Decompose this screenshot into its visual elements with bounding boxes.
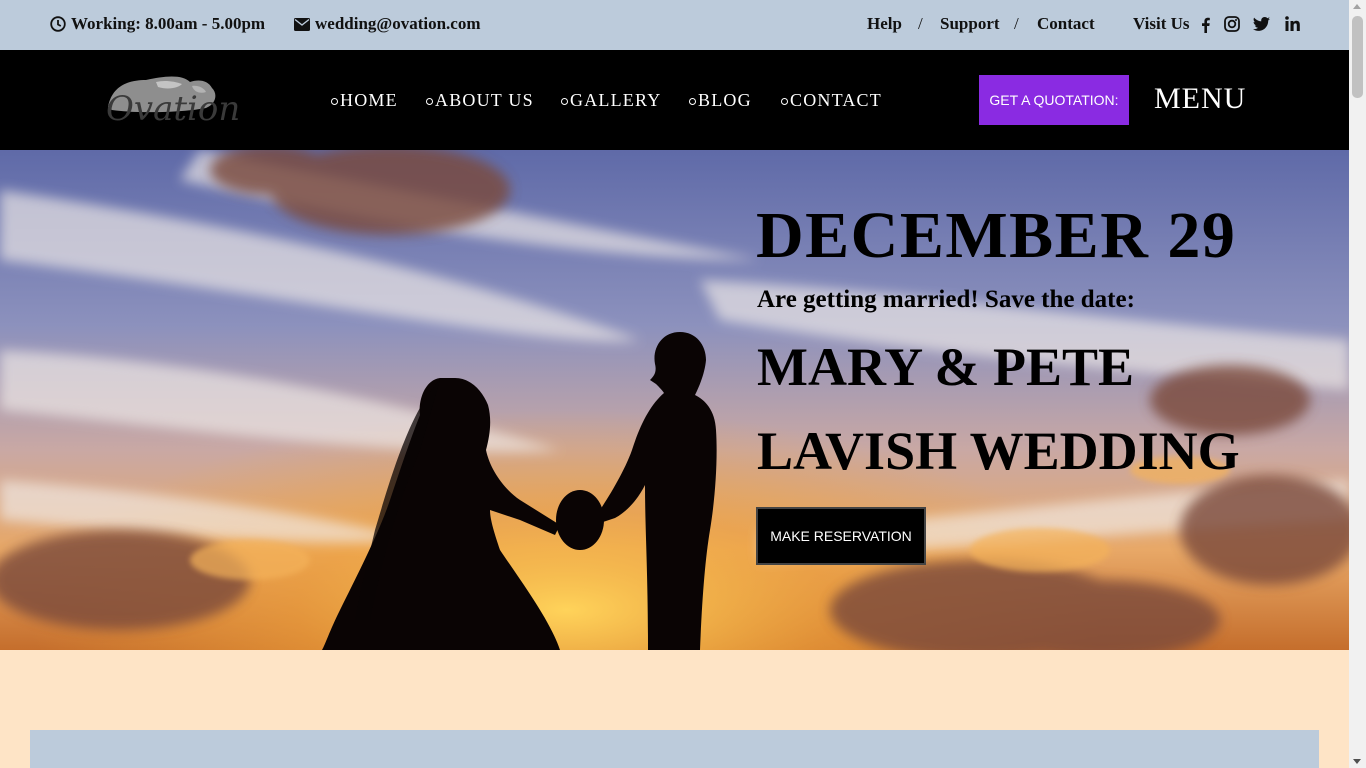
nav-contact[interactable]: CONTACT bbox=[781, 90, 882, 111]
scroll-up-arrow-icon[interactable] bbox=[1353, 4, 1361, 9]
hero-tagline: LAVISH WEDDING bbox=[757, 421, 1240, 481]
email-contact[interactable]: wedding@ovation.com bbox=[294, 14, 481, 34]
bullet-icon bbox=[561, 98, 568, 105]
bullet-icon bbox=[689, 98, 696, 105]
working-hours: Working: 8.00am - 5.00pm bbox=[50, 14, 265, 34]
nav-about-us-label[interactable]: ABOUT US bbox=[435, 90, 534, 111]
wedding-date: DECEMBER 29 bbox=[756, 199, 1237, 272]
bullet-icon bbox=[781, 98, 788, 105]
nav-gallery[interactable]: GALLERY bbox=[561, 90, 661, 111]
twitter-icon[interactable] bbox=[1253, 17, 1270, 31]
nav-blog[interactable]: BLOG bbox=[689, 90, 752, 111]
menu-button[interactable]: MENU bbox=[1154, 82, 1246, 116]
get-quotation-button[interactable]: GET A QUOTATION: bbox=[979, 75, 1129, 125]
nav-blog-label[interactable]: BLOG bbox=[698, 90, 752, 111]
link-separator: / bbox=[1014, 14, 1019, 33]
help-link-label[interactable]: Help bbox=[867, 14, 902, 34]
main-navbar: Ovation HOME ABOUT US GALLERY BLOG CONTA… bbox=[0, 50, 1349, 150]
facebook-icon[interactable] bbox=[1201, 17, 1210, 33]
help-link[interactable]: Help bbox=[867, 14, 902, 34]
make-reservation-button[interactable]: MAKE RESERVATION bbox=[756, 507, 926, 565]
clock-icon bbox=[50, 16, 66, 32]
nav-about-us[interactable]: ABOUT US bbox=[426, 90, 534, 111]
contact-link[interactable]: Contact bbox=[1037, 14, 1095, 34]
top-info-bar: Working: 8.00am - 5.00pm wedding@ovation… bbox=[0, 0, 1349, 50]
bullet-icon bbox=[331, 98, 338, 105]
nav-contact-label[interactable]: CONTACT bbox=[790, 90, 882, 111]
contact-link-label[interactable]: Contact bbox=[1037, 14, 1095, 34]
nav-home-label[interactable]: HOME bbox=[340, 90, 398, 111]
hero-subtitle: Are getting married! Save the date: bbox=[757, 286, 1135, 313]
support-link-label[interactable]: Support bbox=[940, 14, 1000, 34]
site-logo[interactable]: Ovation bbox=[98, 72, 244, 129]
couple-names: MARY & PETE bbox=[757, 337, 1135, 397]
scrollbar-thumb[interactable] bbox=[1352, 16, 1363, 98]
content-panel bbox=[30, 730, 1319, 768]
bullet-icon bbox=[426, 98, 433, 105]
visit-us-label: Visit Us bbox=[1133, 14, 1190, 33]
page-scrollbar[interactable] bbox=[1349, 0, 1366, 768]
support-link[interactable]: Support bbox=[940, 14, 1000, 34]
envelope-icon bbox=[294, 17, 310, 31]
instagram-icon[interactable] bbox=[1224, 16, 1240, 32]
scroll-down-arrow-icon[interactable] bbox=[1353, 759, 1361, 764]
hero-banner: DECEMBER 29 Are getting married! Save th… bbox=[0, 150, 1349, 650]
nav-gallery-label[interactable]: GALLERY bbox=[570, 90, 661, 111]
email-text[interactable]: wedding@ovation.com bbox=[315, 14, 481, 34]
working-hours-text: Working: 8.00am - 5.00pm bbox=[71, 14, 266, 33]
link-separator: / bbox=[918, 14, 923, 33]
svg-text:Ovation: Ovation bbox=[106, 89, 240, 127]
linkedin-icon[interactable] bbox=[1285, 16, 1300, 31]
nav-home[interactable]: HOME bbox=[331, 90, 398, 111]
